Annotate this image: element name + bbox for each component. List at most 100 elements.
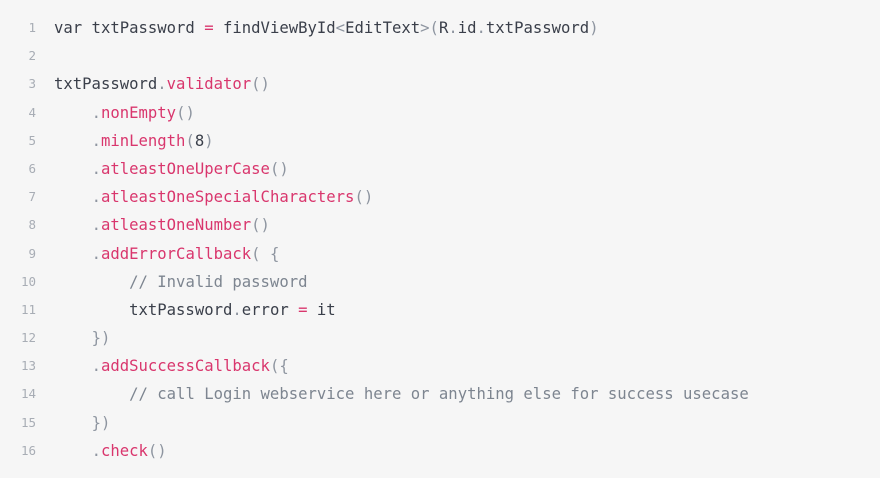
code-token-punc: . [91, 441, 101, 460]
code-text: .check() [54, 437, 880, 465]
code-token-fn: nonEmpty [100, 103, 177, 122]
code-token-punc: . [91, 357, 101, 376]
code-token-plain: error [241, 300, 299, 319]
code-text: txtPassword.error = it [54, 296, 880, 324]
code-token-punc: . [448, 19, 458, 37]
code-token-plain: R [438, 19, 449, 37]
line-number: 4 [28, 104, 36, 120]
code-token-op: = [204, 19, 214, 37]
code-token-num: 8 [194, 131, 205, 150]
code-line: 7 .atleastOneSpecialCharacters() [0, 183, 880, 211]
code-line: 15 }) [0, 409, 880, 437]
code-text: // call Login webservice here or anythin… [54, 380, 880, 408]
code-text: .atleastOneSpecialCharacters() [54, 183, 880, 211]
code-token-punc: . [91, 216, 101, 235]
code-line: 13 .addSuccessCallback({ [0, 352, 880, 380]
code-line: 3 txtPassword.validator() [0, 70, 880, 98]
code-token-plain: var txtPassword [54, 19, 205, 37]
code-text: }) [54, 409, 880, 437]
code-line: 11 txtPassword.error = it [0, 296, 880, 324]
code-token-fn: atleastOneSpecialCharacters [100, 188, 355, 207]
code-token-punc: . [91, 188, 101, 207]
code-token-plain: EditText [345, 19, 421, 37]
code-token-punc: >( [420, 19, 439, 37]
code-text: .minLength(8) [54, 127, 880, 155]
code-line: 12 }) [0, 324, 880, 352]
code-token-punc: . [232, 300, 242, 319]
code-token-op: = [298, 300, 308, 319]
code-token-punc: . [91, 159, 101, 178]
code-token-punc: . [91, 131, 101, 150]
code-token-plain: txtPassword [54, 75, 158, 94]
code-token-punc: . [91, 244, 101, 263]
line-number: 5 [28, 132, 36, 148]
line-number: 16 [20, 442, 36, 458]
line-number: 10 [20, 273, 36, 289]
line-number: 9 [28, 245, 36, 261]
code-line: 1 var txtPassword = findViewById<EditText… [0, 14, 880, 42]
code-token-punc: }) [91, 329, 111, 348]
code-text: .atleastOneNumber() [54, 211, 880, 239]
code-line: 16 .check() [0, 437, 880, 465]
code-text: // Invalid password [54, 268, 880, 296]
line-number: 15 [20, 414, 36, 430]
code-token-punc: . [157, 75, 167, 94]
code-token-plain: it [307, 300, 336, 319]
code-token-plain: id [457, 19, 477, 37]
code-text: var txtPassword = findViewById<EditText>… [54, 14, 880, 42]
line-number: 13 [20, 358, 36, 374]
code-token-punc: ( { [251, 244, 280, 263]
code-token-fn: atleastOneNumber [100, 216, 252, 235]
code-text: .nonEmpty() [54, 99, 880, 127]
code-token-punc: ({ [269, 357, 289, 376]
code-token-punc: . [476, 19, 486, 37]
code-line: 14 // call Login webservice here or anyt… [0, 380, 880, 408]
code-token-punc: () [269, 159, 289, 178]
code-line: 2 [0, 42, 880, 70]
code-text: }) [54, 324, 880, 352]
code-text: .addSuccessCallback({ [54, 352, 880, 380]
code-text: txtPassword.validator() [54, 70, 880, 98]
code-token-fn: minLength [100, 131, 186, 150]
line-number: 8 [28, 217, 36, 233]
code-block: 1 var txtPassword = findViewById<EditText… [0, 0, 880, 478]
code-token-plain: txtPassword [54, 300, 233, 319]
line-number: 12 [20, 330, 36, 346]
code-text: .addErrorCallback( { [54, 240, 880, 268]
code-line: 6 .atleastOneUperCase() [0, 155, 880, 183]
code-token-fn: addErrorCallback [100, 244, 252, 263]
code-token-comment: // call Login webservice here or anythin… [129, 385, 749, 404]
code-token-fn: atleastOneUperCase [100, 159, 270, 178]
code-text: .atleastOneUperCase() [54, 155, 880, 183]
code-token-punc: }) [91, 413, 111, 432]
code-token-plain: txtPassword [485, 19, 590, 37]
code-line: 9 .addErrorCallback( { [0, 240, 880, 268]
code-token-punc: ) [204, 131, 214, 150]
code-token-punc: ) [589, 19, 599, 37]
code-token-punc: () [176, 103, 195, 122]
line-number: 11 [20, 301, 36, 317]
line-number: 7 [28, 189, 36, 205]
line-number: 6 [28, 160, 36, 176]
code-line: 8 .atleastOneNumber() [0, 211, 880, 239]
code-token-punc: () [354, 188, 374, 207]
code-token-plain: findViewById [213, 19, 336, 37]
code-token-punc: () [251, 216, 270, 235]
code-token-punc: () [251, 75, 270, 94]
line-number: 2 [28, 48, 36, 64]
code-token-fn: check [100, 441, 148, 460]
line-number: 3 [28, 76, 36, 92]
code-line: 10 // Invalid password [0, 268, 880, 296]
